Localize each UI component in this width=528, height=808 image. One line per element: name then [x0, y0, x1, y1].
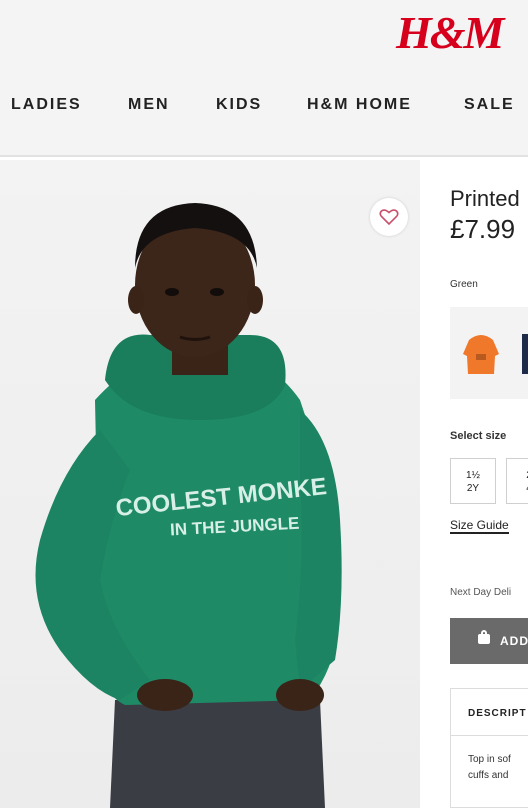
size-option-2[interactable]: 2 4	[506, 458, 528, 504]
product-title: Printed	[450, 186, 520, 211]
product-price: £7.99	[450, 214, 516, 244]
favorite-button[interactable]	[370, 198, 408, 236]
nav-sale[interactable]: SALE	[464, 96, 515, 114]
description-text: Top in sof cuffs and	[468, 752, 511, 784]
size-option-1-line1: 1½	[466, 470, 480, 481]
description-line-1: Top in sof	[468, 754, 511, 765]
child-model-illustration: COOLEST MONKE IN THE JUNGLE	[35, 203, 342, 808]
nav-men[interactable]: MEN	[128, 96, 170, 114]
bag-icon	[478, 630, 490, 644]
description-line-2: cuffs and	[468, 770, 509, 781]
size-option-1-line2: 2Y	[466, 483, 480, 494]
main-nav: LADIES MEN KIDS H&M HOME SALE	[0, 96, 528, 120]
heart-icon	[379, 209, 399, 226]
site-header: H&M LADIES MEN KIDS H&M HOME SALE	[0, 0, 528, 157]
swatch-navy[interactable]	[522, 334, 528, 374]
size-option-2-line1: 2	[507, 469, 528, 482]
size-option-1[interactable]: 1½ 2Y	[450, 458, 496, 504]
select-size-label: Select size	[450, 430, 507, 442]
description-heading[interactable]: DESCRIPT	[468, 708, 527, 719]
swatch-orange[interactable]	[461, 330, 501, 376]
delivery-info: Next Day Deli	[450, 587, 512, 598]
hm-logo[interactable]: H&M	[396, 6, 504, 59]
nav-hm-home[interactable]: H&M HOME	[307, 96, 412, 114]
nav-kids[interactable]: KIDS	[216, 96, 262, 114]
product-image[interactable]: COOLEST MONKE IN THE JUNGLE	[0, 160, 420, 808]
add-to-bag-button[interactable]: ADD	[450, 618, 528, 664]
description-divider	[450, 735, 528, 736]
add-button-label: ADD	[500, 634, 528, 648]
size-option-2-line2: 4	[507, 482, 528, 495]
description-panel	[450, 688, 528, 808]
color-label: Green	[450, 279, 478, 290]
size-guide-link[interactable]: Size Guide	[450, 518, 509, 534]
nav-ladies[interactable]: LADIES	[11, 96, 82, 114]
